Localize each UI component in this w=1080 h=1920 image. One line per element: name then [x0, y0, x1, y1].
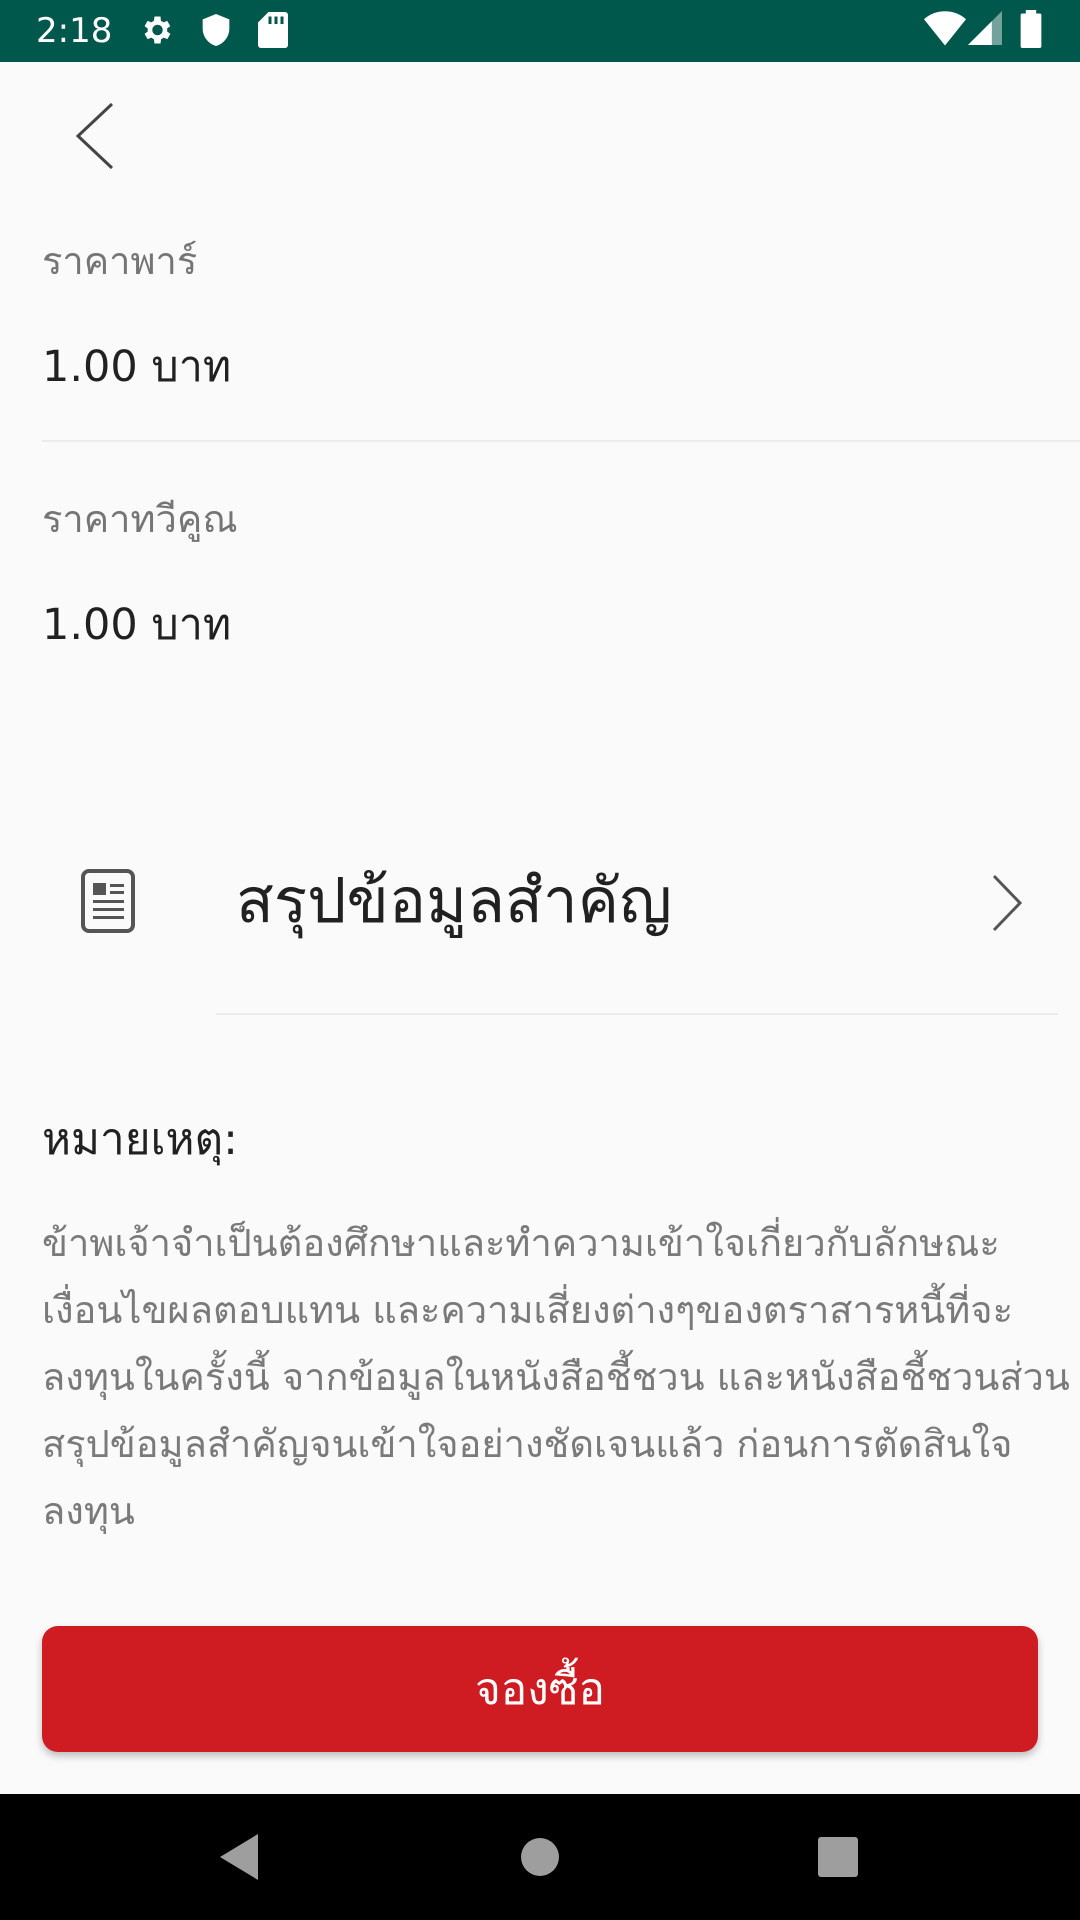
home-circle-icon [521, 1838, 559, 1876]
nav-back-button[interactable] [178, 1794, 298, 1920]
note-title: หมายเหตุ: [42, 1114, 238, 1165]
back-button[interactable] [58, 96, 128, 176]
battery-icon [1020, 10, 1042, 48]
divider [216, 1013, 1058, 1015]
gear-icon [144, 16, 171, 44]
multiple-price-value: 1.00 บาท [42, 600, 232, 650]
navigation-bar [0, 1794, 1080, 1920]
par-price-value: 1.00 บาท [42, 342, 232, 392]
note-body: ข้าพเจ้าจำเป็นต้องศึกษาและทำความเข้าใจเก… [42, 1221, 1070, 1533]
chevron-left-icon [75, 102, 114, 170]
back-triangle-icon [220, 1834, 258, 1880]
reserve-button[interactable]: จองซื้อ [42, 1626, 1038, 1752]
sd-card-icon [258, 12, 288, 48]
recents-square-icon [818, 1837, 858, 1877]
chevron-right-icon [992, 874, 1023, 932]
key-info-summary-row[interactable]: สรุปข้อมูลสำคัญ [0, 830, 1080, 980]
status-time: 2:18 [36, 11, 113, 51]
wifi-icon [924, 11, 966, 46]
shield-icon [202, 14, 230, 46]
multiple-price-label: ราคาทวีคูณ [42, 497, 238, 541]
key-info-summary-label: สรุปข้อมูลสำคัญ [236, 864, 672, 937]
nav-recents-button[interactable] [778, 1794, 898, 1920]
nav-home-button[interactable] [480, 1794, 600, 1920]
signal-icon [968, 11, 1002, 45]
status-bar: 2:18 [0, 0, 1080, 62]
document-icon [81, 869, 135, 933]
par-price-label: ราคาพาร์ [42, 239, 198, 283]
divider [42, 440, 1080, 442]
